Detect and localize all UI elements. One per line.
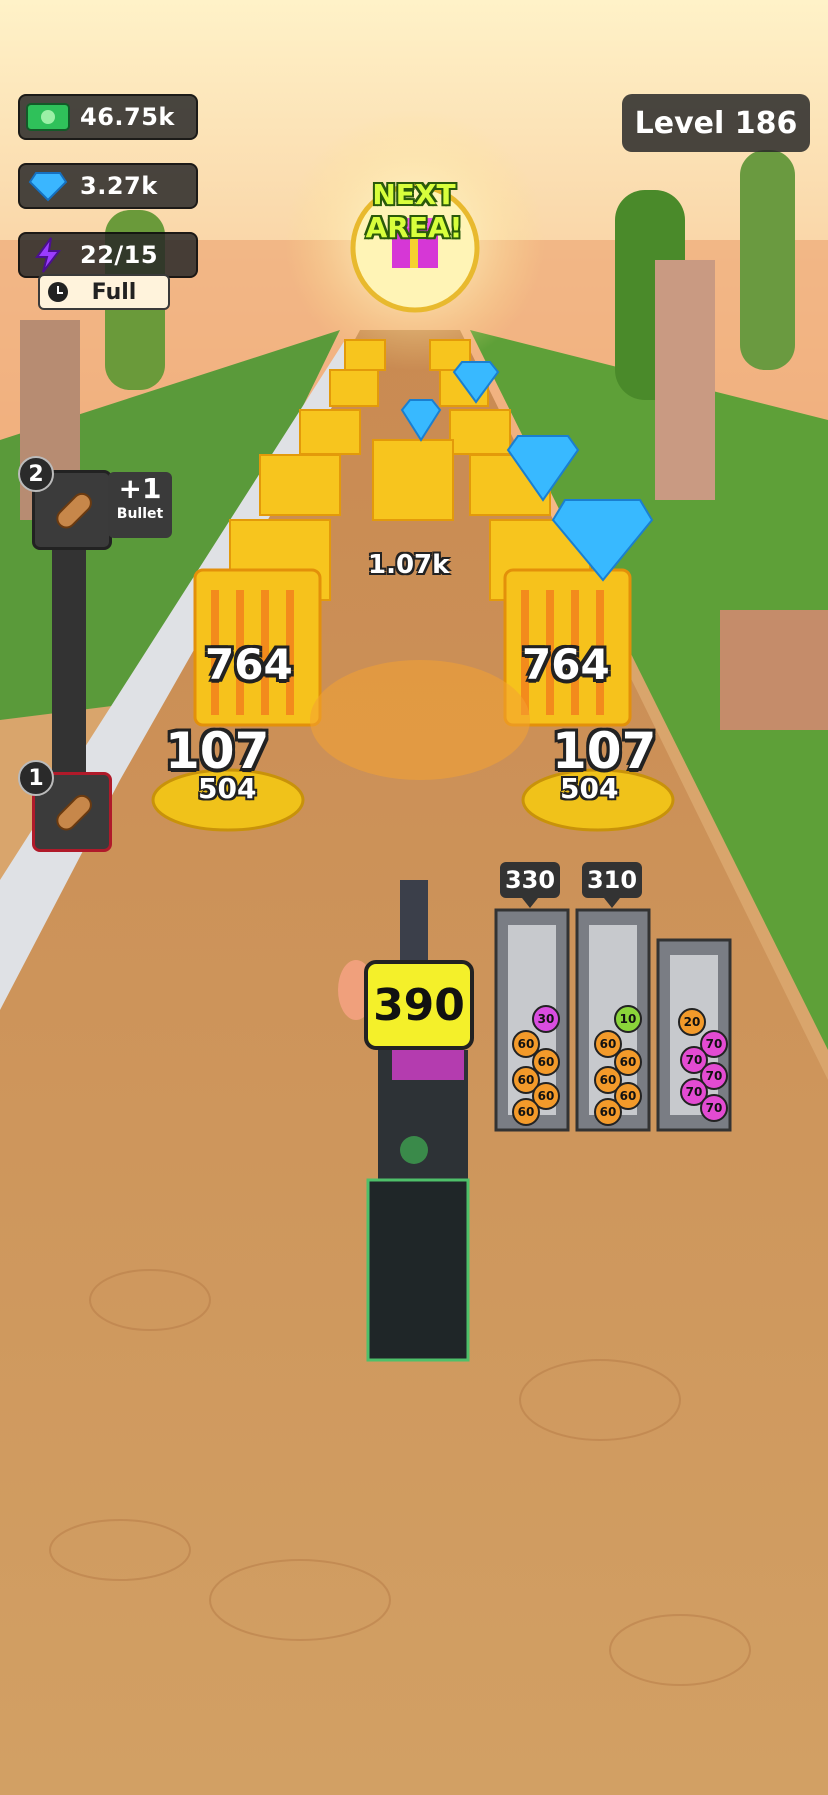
clock-icon <box>48 282 68 302</box>
energy-counter: 22/15 <box>18 232 198 278</box>
ammo-ball: 70 <box>700 1094 728 1122</box>
bullet-bonus-badge: +1 Bullet <box>108 472 172 538</box>
lightning-icon <box>26 237 70 273</box>
bullet-bonus-value: +1 <box>118 472 162 505</box>
magazine-1-total: 330 <box>500 862 560 908</box>
right-barrel-value: 764 <box>522 640 610 689</box>
gem-value: 3.27k <box>80 172 158 200</box>
left-coin-bottom-value: 504 <box>198 772 257 805</box>
upgrade-slot-bottom-number: 1 <box>18 760 54 796</box>
gem-icon <box>26 168 70 204</box>
ammo-ball: 30 <box>532 1005 560 1033</box>
energy-status-label: Full <box>91 279 137 305</box>
ammo-ball: 20 <box>678 1008 706 1036</box>
magazine-2-total: 310 <box>582 862 642 908</box>
cash-counter: 46.75k <box>18 94 198 140</box>
gem-counter: 3.27k <box>18 163 198 209</box>
energy-value: 22/15 <box>80 241 159 269</box>
level-indicator: Level 186 <box>622 94 810 152</box>
ammo-ball: 60 <box>594 1098 622 1126</box>
cash-value: 46.75k <box>80 103 175 131</box>
ammo-ball: 10 <box>614 1005 642 1033</box>
upgrade-slot-top-number: 2 <box>18 456 54 492</box>
gun-power-badge: 390 <box>364 960 474 1050</box>
cash-icon <box>26 99 70 135</box>
ammo-ball: 60 <box>512 1098 540 1126</box>
bullet-bonus-label: Bullet <box>116 506 164 522</box>
left-barrel-value: 764 <box>205 640 293 689</box>
energy-status-badge: Full <box>38 274 170 310</box>
far-target-value: 1.07k <box>368 550 450 580</box>
gift-icon <box>385 218 445 274</box>
right-coin-bottom-value: 504 <box>560 772 619 805</box>
